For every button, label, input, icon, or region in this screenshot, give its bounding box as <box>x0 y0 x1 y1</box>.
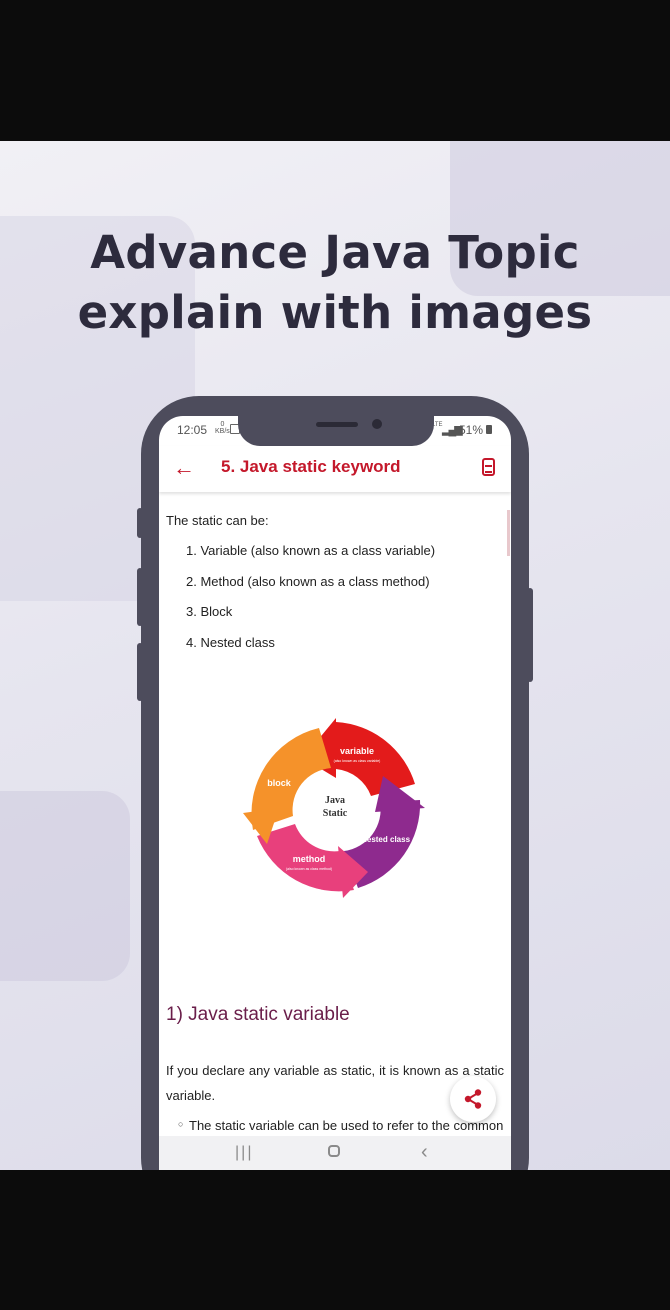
page-title: 5. Java static keyword <box>221 457 401 476</box>
headline-line-1: Advance Java Topic <box>90 226 580 279</box>
status-time: 12:05 <box>177 423 208 437</box>
promo-headline: Advance Java Topic explain with images <box>0 223 670 343</box>
expand-icon[interactable] <box>482 458 495 476</box>
list-item: 1. Variable (also known as a class varia… <box>186 543 436 558</box>
method-label: method <box>293 854 326 864</box>
app-bar: ← 5. Java static keyword <box>159 446 511 492</box>
section-heading: 1) Java static variable <box>166 1004 350 1025</box>
variable-label: variable <box>340 746 374 756</box>
list-item: 2. Method (also known as a class method) <box>186 573 430 589</box>
headline-line-2: explain with images <box>77 286 593 339</box>
java-static-diagram: Java Static variable (also known as clas… <box>243 718 425 898</box>
nested-class-label: nested class <box>362 835 411 844</box>
list-item: 4. Nested class <box>186 634 275 650</box>
battery-percent: 51% <box>459 423 484 437</box>
back-icon[interactable]: ‹ <box>421 1141 428 1164</box>
share-icon <box>464 1089 482 1109</box>
list-item: 3. Block <box>186 604 233 620</box>
net-speed: 0 KB/s <box>215 421 230 435</box>
static-list: 1. Variable (also known as a class varia… <box>186 536 435 658</box>
method-sublabel: (also known as class method) <box>286 867 332 871</box>
diagram-center-line-2: Static <box>323 808 348 819</box>
diagram-center-line-1: Java <box>325 795 345 806</box>
front-camera <box>372 419 382 429</box>
scrollbar[interactable] <box>507 510 510 556</box>
article-content[interactable]: The static can be: 1. Variable (also kno… <box>159 492 511 1136</box>
camera-notch <box>238 416 434 446</box>
phone-screen: 12:05 0 KB/s LTE ▂▄▆ 51% ← 5. Java static… <box>159 416 511 1170</box>
speaker <box>316 422 358 427</box>
system-nav-bar: ||| ‹ <box>159 1136 511 1170</box>
arrow-left-icon[interactable]: ← <box>173 454 195 482</box>
recents-icon[interactable]: ||| <box>235 1144 253 1162</box>
bottom-black-bar <box>0 1170 670 1310</box>
share-button[interactable] <box>450 1076 496 1122</box>
signal-icon: ▂▄▆ <box>442 424 463 436</box>
block-label: block <box>267 778 292 788</box>
bg-shape <box>0 791 130 981</box>
battery-icon <box>486 425 492 434</box>
intro-text: The static can be: <box>166 513 269 528</box>
variable-sublabel: (also known as class variable) <box>334 759 381 763</box>
home-icon[interactable] <box>328 1145 340 1157</box>
top-black-bar <box>0 0 670 141</box>
